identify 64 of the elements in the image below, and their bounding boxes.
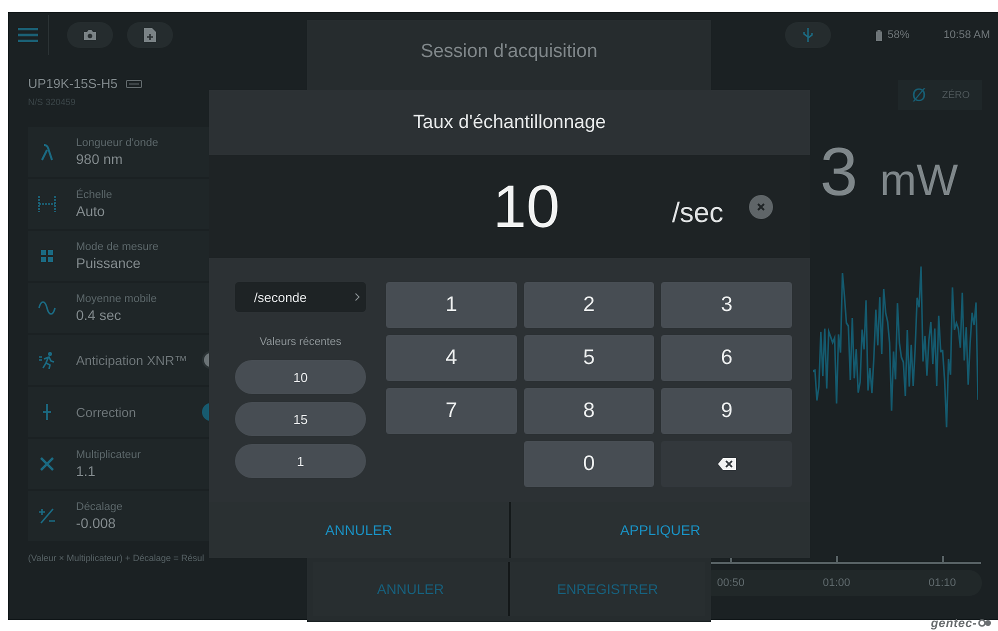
add-document-button[interactable] (127, 22, 173, 48)
setting-label: Moyenne mobile (76, 293, 157, 305)
menu-icon[interactable] (18, 28, 38, 42)
rate-unit: /sec (672, 199, 724, 227)
time-label: 00:50 (717, 577, 745, 589)
formula-note: (Valeur × Multiplicateur) + Décalage = Résul (28, 553, 206, 563)
wave-icon (38, 299, 56, 317)
setting-label: Correction (76, 404, 136, 420)
time-label: 01:00 (822, 577, 850, 589)
usb-icon (803, 27, 814, 43)
grid-icon (38, 247, 56, 265)
number-key[interactable]: 5 (524, 335, 654, 381)
setting-value: 980 nm (76, 151, 124, 167)
chevron-right-icon (355, 293, 360, 301)
number-key[interactable]: 2 (524, 282, 654, 328)
number-key[interactable]: 3 (661, 282, 792, 328)
setting-label: Anticipation XNR™ (76, 352, 188, 368)
time-label: 01:10 (928, 577, 956, 589)
logo-mark-icon (978, 619, 992, 627)
power-unit: mW (880, 159, 958, 203)
setting-value: 1.1 (76, 463, 96, 479)
dialog-title: Session d'acquisition (420, 40, 598, 64)
recent-value-button[interactable]: 10 (235, 360, 366, 394)
plus-minus-icon (38, 507, 56, 525)
setting-value: 0.4 sec (76, 307, 122, 323)
number-key[interactable]: 0 (524, 441, 654, 487)
backspace-key[interactable] (661, 441, 792, 487)
battery-level: 58% (887, 29, 910, 41)
number-key[interactable]: 6 (661, 335, 792, 381)
number-key[interactable]: 4 (386, 335, 517, 381)
recent-values-label: Valeurs récentes (258, 336, 342, 348)
camera-button[interactable] (67, 22, 113, 48)
multiply-icon (38, 455, 56, 473)
document-plus-icon (144, 28, 156, 42)
camera-icon (83, 29, 97, 41)
battery-icon (876, 30, 882, 40)
device-model: UP19K-15S-H5 (28, 76, 118, 91)
setting-label: Multiplicateur (76, 449, 141, 461)
setting-value: Puissance (76, 255, 142, 271)
setting-label: Longueur d'onde (76, 137, 158, 149)
recent-value-button[interactable]: 1 (235, 444, 366, 478)
ruler-icon (38, 195, 56, 213)
rate-value: 10 (493, 177, 560, 237)
recent-value-button[interactable]: 15 (235, 402, 366, 436)
setting-value: -0.008 (76, 515, 117, 531)
number-key[interactable]: 1 (386, 282, 517, 328)
usb-button[interactable] (785, 22, 832, 48)
number-key[interactable]: 7 (386, 388, 517, 434)
clear-icon[interactable] (749, 195, 773, 219)
runner-icon (38, 351, 56, 369)
dialog-button[interactable]: APPLIQUER (508, 502, 810, 558)
setting-label: Décalage (76, 501, 122, 513)
setting-label: Échelle (76, 189, 112, 201)
brand-logo: gentec- (930, 616, 977, 630)
power-reading: 3 (820, 138, 858, 206)
setting-value: Auto (76, 203, 106, 219)
unit-selector[interactable]: /seconde (235, 282, 366, 312)
number-key[interactable]: 9 (661, 388, 792, 434)
keyboard-icon[interactable] (126, 80, 142, 88)
setting-label: Mode de mesure (76, 241, 159, 253)
clock-time: 10:58 AM (944, 29, 990, 41)
backspace-icon (718, 458, 736, 470)
number-key[interactable]: 8 (524, 388, 654, 434)
dialog-title: Taux d'échantillonnage (412, 110, 607, 134)
